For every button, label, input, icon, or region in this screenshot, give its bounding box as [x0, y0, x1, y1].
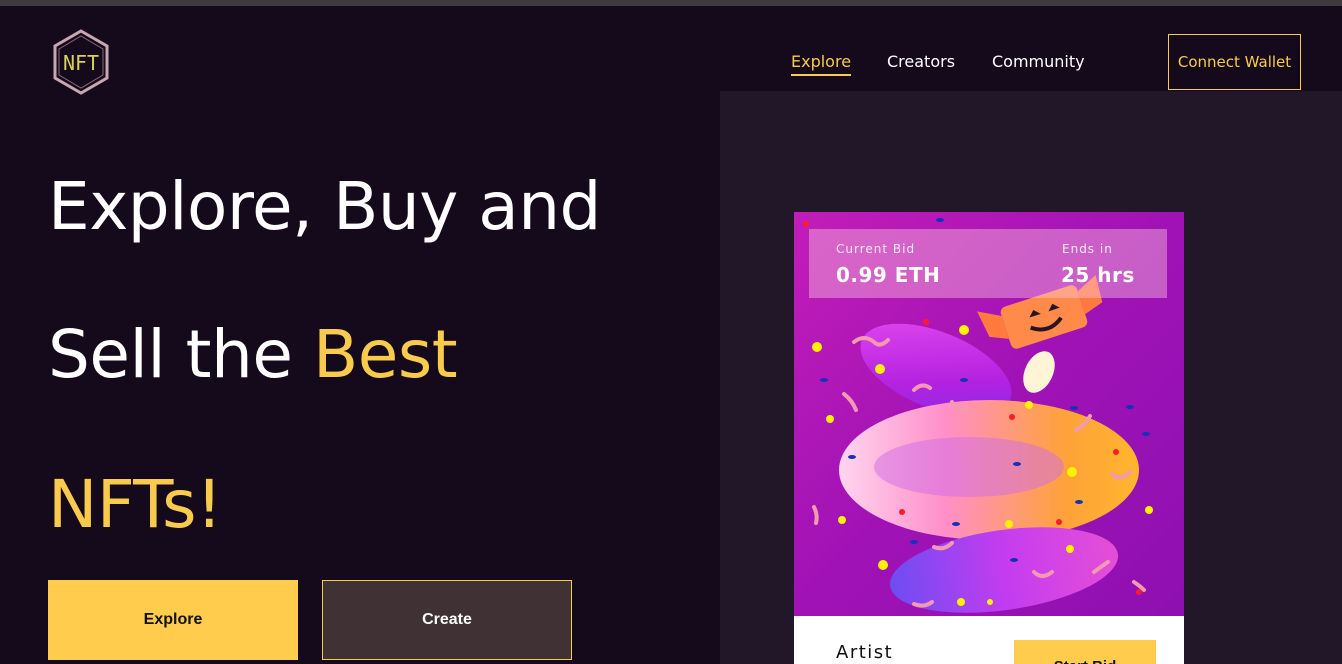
connect-wallet-button[interactable]: Connect Wallet	[1168, 34, 1301, 90]
hero-heading-accent-best: Best	[312, 316, 458, 393]
explore-button[interactable]: Explore	[48, 580, 298, 660]
nft-card[interactable]: Current Bid 0.99 ETH Ends in 25 hrs Arti…	[794, 212, 1184, 664]
logo-text: NFT	[63, 51, 99, 75]
bid-info-overlay: Current Bid 0.99 ETH Ends in 25 hrs	[809, 229, 1167, 298]
hero-heading-line-2: Sell the Best	[48, 316, 458, 393]
nav-community[interactable]: Community	[992, 52, 1085, 71]
ends-in-label: Ends in	[1062, 242, 1113, 256]
nav-explore[interactable]: Explore	[791, 52, 852, 76]
nav-creators[interactable]: Creators	[887, 52, 955, 71]
hero-heading-line-3: NFTs!	[48, 466, 222, 543]
ends-in-value: 25 hrs	[1061, 263, 1135, 287]
start-bid-button[interactable]: Start Bid	[1014, 640, 1156, 664]
card-footer: Artist Start Bid	[794, 616, 1184, 664]
hero-heading-line-1: Explore, Buy and	[48, 168, 601, 245]
current-bid-label: Current Bid	[836, 242, 916, 256]
create-button[interactable]: Create	[322, 580, 572, 660]
hexagon-logo-icon: NFT	[53, 29, 109, 95]
current-bid-value: 0.99 ETH	[836, 263, 941, 287]
artist-label: Artist	[836, 642, 894, 663]
window-top-border	[0, 0, 1342, 6]
hero-heading-plain: Sell the	[48, 316, 313, 393]
nft-logo[interactable]: NFT	[51, 28, 111, 96]
